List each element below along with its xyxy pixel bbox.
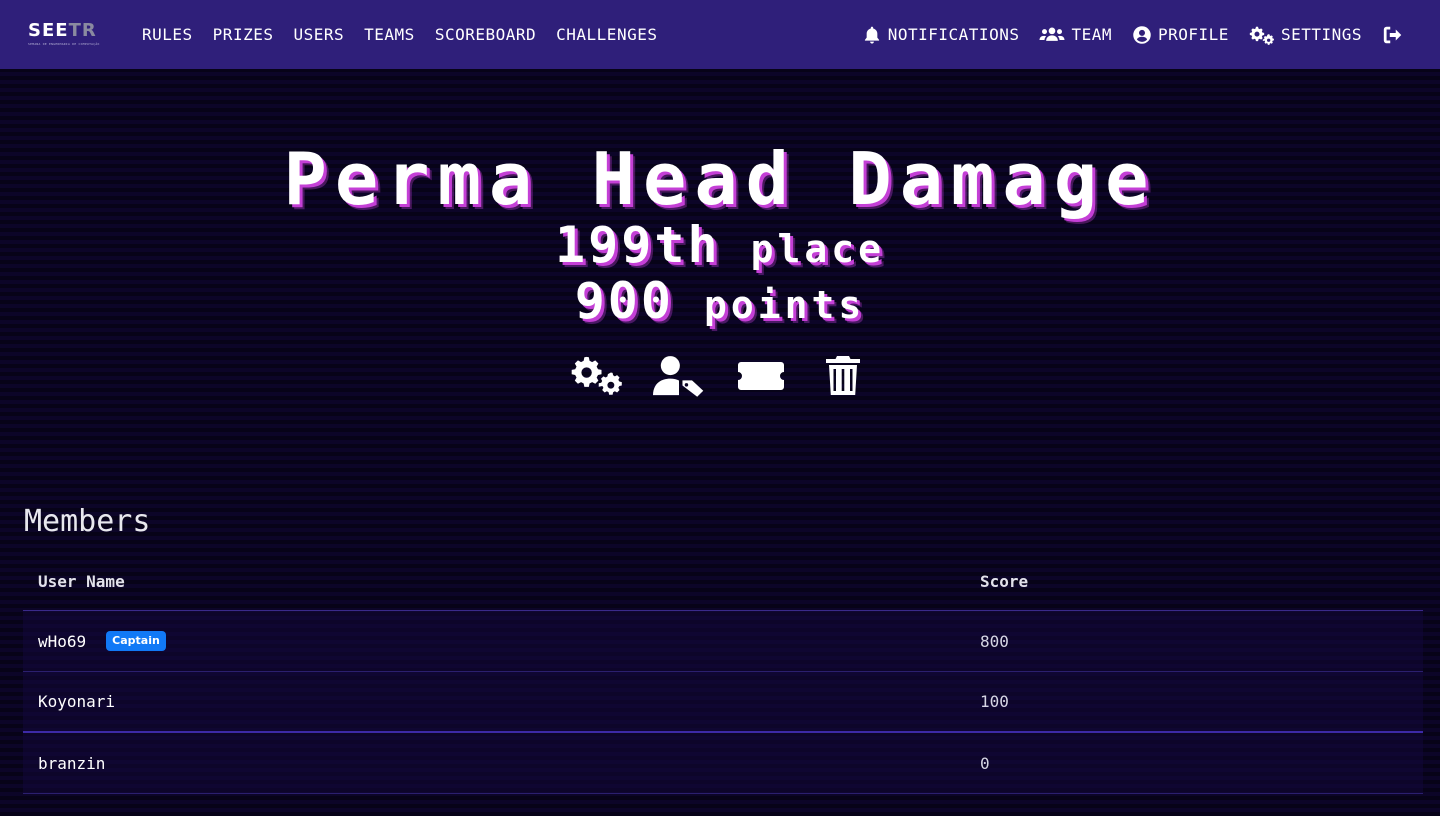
nav-rules-link[interactable]: RULES (132, 25, 203, 44)
team-place-word: place (750, 227, 885, 271)
sign-out-icon (1382, 24, 1404, 46)
nav-teams-link[interactable]: TEAMS (354, 25, 425, 44)
member-cell: Koyonari (38, 692, 115, 711)
nav-left: RULES PRIZES USERS TEAMS SCOREBOARD CHAL… (132, 0, 667, 69)
team-place: 199th place (0, 217, 1440, 277)
captain-badge: Captain (106, 631, 166, 651)
users-icon (1039, 25, 1065, 45)
nav-scoreboard-link[interactable]: SCOREBOARD (425, 25, 546, 44)
member-score: 800 (980, 631, 1009, 651)
column-header-user-name[interactable]: User Name (38, 572, 125, 591)
nav-notifications-link[interactable]: NOTIFICATIONS (852, 25, 1030, 45)
brand-tagline: SEMANA DE ENGENHARIA DE COMPUTAÇÃO (28, 42, 100, 46)
nav-settings-link[interactable]: SETTINGS (1239, 25, 1372, 45)
brand-logo[interactable]: SEETR SEMANA DE ENGENHARIA DE COMPUTAÇÃO (28, 22, 110, 48)
nav-notifications-label: NOTIFICATIONS (887, 25, 1020, 44)
table-row: branzin 0 (23, 733, 1423, 794)
members-table: User Name Score wHo69 Captain 800 Koyona… (23, 552, 1423, 794)
member-name-link[interactable]: branzin (38, 754, 105, 773)
column-header-score[interactable]: Score (980, 572, 1028, 591)
team-name: Perma Head Damage (283, 137, 1157, 221)
nav-prizes-link[interactable]: PRIZES (203, 25, 284, 44)
team-actions (0, 353, 1440, 399)
member-score: 100 (980, 692, 1009, 711)
member-score: 0 (980, 753, 990, 773)
navbar: SEETR SEMANA DE ENGENHARIA DE COMPUTAÇÃO… (0, 0, 1440, 69)
trash-icon (826, 356, 860, 395)
team-points-word: points (704, 283, 866, 327)
bell-icon (862, 25, 882, 45)
member-cell: wHo69 Captain (38, 631, 166, 651)
table-row: wHo69 Captain 800 (23, 611, 1423, 672)
nav-profile-link[interactable]: PROFILE (1122, 25, 1239, 45)
team-place-number: 199th (555, 216, 721, 274)
team-points: 900 points (0, 273, 1440, 333)
nav-challenges-link[interactable]: CHALLENGES (546, 25, 667, 44)
member-cell: branzin (38, 754, 105, 773)
nav-team-link[interactable]: TEAM (1029, 25, 1122, 45)
team-invite-button[interactable] (735, 353, 787, 399)
brand-name: SEETR (28, 20, 97, 41)
team-settings-button[interactable] (571, 353, 623, 399)
team-delete-button[interactable] (817, 353, 869, 399)
nav-settings-label: SETTINGS (1280, 25, 1362, 44)
team-points-number: 900 (574, 272, 675, 330)
user-tag-icon (653, 356, 704, 397)
nav-users-link[interactable]: USERS (283, 25, 354, 44)
member-name-link[interactable]: wHo69 (38, 632, 86, 651)
nav-profile-label: PROFILE (1158, 25, 1229, 44)
nav-right: NOTIFICATIONS TEAM PROFILE SETTINGS (852, 0, 1404, 69)
table-row: Koyonari 100 (23, 672, 1423, 733)
user-circle-icon (1132, 25, 1152, 45)
member-name-link[interactable]: Koyonari (38, 692, 115, 711)
cogs-icon (571, 356, 622, 395)
ticket-icon (738, 362, 784, 390)
members-heading: Members (24, 504, 151, 539)
nav-team-label: TEAM (1071, 25, 1112, 44)
cogs-icon (1249, 25, 1275, 45)
logout-button[interactable] (1372, 24, 1404, 46)
table-header: User Name Score (23, 552, 1423, 611)
team-captain-button[interactable] (653, 353, 705, 399)
